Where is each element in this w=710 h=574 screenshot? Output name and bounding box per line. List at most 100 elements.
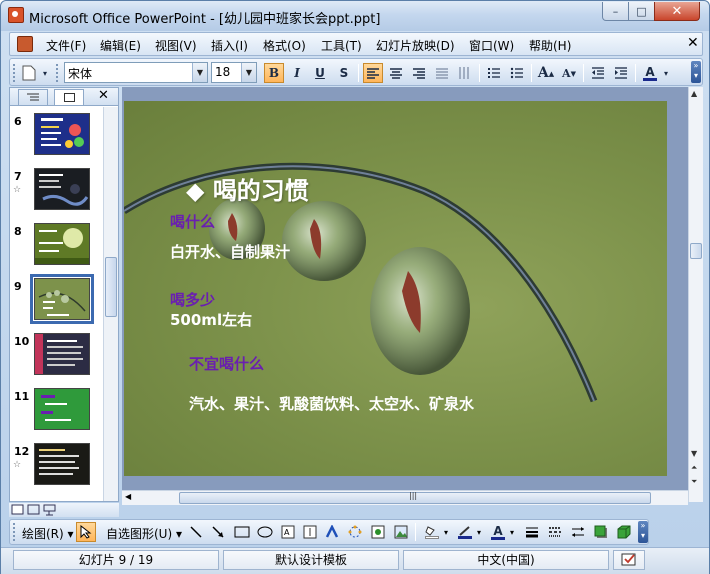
scroll-down-icon[interactable]: ▼ [691,449,697,458]
align-left-icon[interactable] [363,63,383,83]
scrollbar-thumb[interactable] [690,243,702,259]
powerpoint-app-icon[interactable] [8,7,24,23]
grow-font-button[interactable]: A ▲ [536,63,556,83]
toolbar-grip[interactable] [13,64,16,82]
justify-icon[interactable] [432,63,452,83]
question-how-much[interactable]: 喝多少 [170,289,215,310]
align-right-icon[interactable] [409,63,429,83]
shadow-style-icon[interactable] [591,522,611,542]
scroll-up-icon[interactable]: ▲ [691,89,697,98]
scrollbar-thumb[interactable] [105,257,117,317]
slide-thumbnail-image[interactable] [34,113,90,155]
language-status[interactable]: 中文(中国) [403,550,609,570]
draw-menu-button[interactable]: 绘图(R) ▾ [22,525,74,542]
menu-file[interactable]: 文件(F) [46,37,86,54]
chevron-down-icon[interactable]: ▾ [477,528,481,537]
arrow-style-icon[interactable] [568,522,588,542]
slide-thumbnail-item[interactable]: 12 ☆ [10,441,102,491]
decrease-indent-icon[interactable] [588,63,608,83]
align-center-icon[interactable] [386,63,406,83]
new-document-icon[interactable] [19,63,39,83]
clip-art-icon[interactable] [368,522,388,542]
menu-tools[interactable]: 工具(T) [321,37,362,54]
slide-thumbnail-image[interactable] [34,443,90,485]
underline-button[interactable]: U [310,63,330,83]
slide-thumbnail-item[interactable]: 6 [10,111,102,161]
answer-what-to-drink[interactable]: 白开水、自制果汁 [170,241,290,262]
slide-thumbnail-item[interactable]: 8 [10,221,102,271]
diagram-icon[interactable] [345,522,365,542]
line-tool-icon[interactable] [186,522,206,542]
document-close-button[interactable]: ✕ [687,35,699,51]
chevron-down-icon[interactable]: ▾ [510,528,514,537]
design-template-status[interactable]: 默认设计模板 [223,550,399,570]
normal-view-icon[interactable] [11,504,24,515]
line-style-icon[interactable] [522,522,542,542]
arrow-tool-icon[interactable] [208,522,228,542]
menu-insert[interactable]: 插入(I) [211,37,248,54]
text-shadow-button[interactable]: S [334,63,354,83]
toolbar-options-arrow[interactable]: ▾ [40,63,50,83]
slide-thumbnail-item[interactable]: 10 [10,331,102,381]
toolbar-options-chevron-icon[interactable]: » ▾ [691,61,701,83]
slide-thumbnail-image[interactable] [34,388,90,430]
3d-style-icon[interactable] [614,522,634,542]
slide-thumbnail-item[interactable]: 7 ☆ [10,166,102,216]
toolbar-options-chevron-icon[interactable]: » ▾ [638,521,648,543]
maximize-button[interactable]: □ [628,2,655,21]
font-size-combo[interactable]: 18 ▼ [211,62,257,83]
chevron-down-icon[interactable]: ▾ [661,63,671,83]
chevron-down-icon[interactable]: ▼ [192,63,207,82]
slide-show-view-icon[interactable] [43,504,56,516]
wordart-icon[interactable] [322,522,342,542]
vertical-text-box-icon[interactable] [300,522,320,542]
tab-slides[interactable] [54,89,84,105]
shrink-font-button[interactable]: A ▼ [559,63,579,83]
current-slide[interactable]: ◆ 喝的习惯 喝什么 白开水、自制果汁 喝多少 500ml左右 不宜喝什么 汽水… [124,101,667,476]
document-icon[interactable] [17,36,33,52]
chevron-down-icon[interactable]: ▾ [444,528,448,537]
slide-sorter-view-icon[interactable] [27,504,40,515]
minimize-button[interactable]: – [602,2,629,21]
menu-window[interactable]: 窗口(W) [469,37,514,54]
slide-thumbnail-image[interactable] [34,168,90,210]
font-color-button[interactable]: A [640,63,660,83]
insert-picture-icon[interactable] [391,522,411,542]
menu-slideshow[interactable]: 幻灯片放映(D) [376,37,455,54]
previous-slide-icon[interactable]: ⏶ [691,463,697,473]
drawing-font-color-icon[interactable]: A [488,522,508,542]
select-objects-icon[interactable] [76,522,96,542]
scroll-left-icon[interactable]: ◀ [125,492,131,501]
menu-edit[interactable]: 编辑(E) [100,37,141,54]
menu-view[interactable]: 视图(V) [155,37,197,54]
font-name-combo[interactable]: 宋体 ▼ [64,62,208,83]
text-box-tool-icon[interactable]: A [278,522,298,542]
rectangle-tool-icon[interactable] [232,522,252,542]
bullet-list-icon[interactable] [507,63,527,83]
panel-close-button[interactable]: ✕ [98,88,109,103]
numbered-list-icon[interactable] [484,63,504,83]
distributed-align-icon[interactable] [455,63,475,83]
slide-thumbnail-image[interactable] [34,333,90,375]
slide-thumbnail-image[interactable] [30,274,94,324]
slides-panel-scrollbar[interactable] [103,107,118,501]
question-what-to-drink[interactable]: 喝什么 [170,211,215,232]
toolbar-grip[interactable] [13,523,16,541]
toolbar-grip[interactable] [56,64,59,82]
italic-button[interactable]: I [287,63,307,83]
oval-tool-icon[interactable] [255,522,275,542]
spelling-check-icon[interactable] [613,550,645,570]
vertical-scrollbar[interactable]: ▲ ▼ ⏶ ⏷ [688,87,703,502]
line-color-icon[interactable] [455,522,475,542]
slide-thumbnail-item[interactable]: 11 [10,386,102,436]
slide-thumbnail-item-selected[interactable]: 9 [10,274,102,326]
menu-help[interactable]: 帮助(H) [529,37,571,54]
dash-style-icon[interactable] [545,522,565,542]
chevron-down-icon[interactable]: ▼ [241,63,256,82]
fill-color-icon[interactable] [422,522,442,542]
tab-outline[interactable] [18,89,48,105]
next-slide-icon[interactable]: ⏷ [691,477,697,487]
close-button[interactable]: ✕ [654,2,700,21]
autoshapes-menu-button[interactable]: 自选图形(U) ▾ [106,525,182,542]
answer-what-not-to-drink[interactable]: 汽水、果汁、乳酸菌饮料、太空水、矿泉水 [189,393,474,414]
